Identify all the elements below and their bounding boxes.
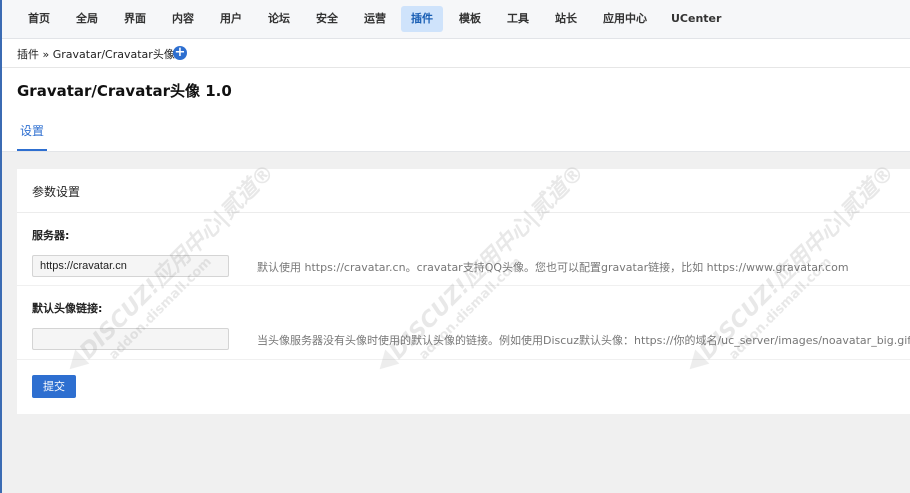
nav-item-ucenter[interactable]: UCenter: [661, 6, 731, 32]
nav-item-security[interactable]: 安全: [306, 6, 348, 32]
nav-item-content[interactable]: 内容: [162, 6, 204, 32]
settings-panel: 参数设置 服务器: 默认使用 https://cravatar.cn。crava…: [17, 169, 910, 414]
server-input[interactable]: [32, 255, 229, 277]
default-avatar-hint: 当头像服务器没有头像时使用的默认头像的链接。例如使用Discuz默认头像：htt…: [257, 334, 910, 347]
nav-item-interface[interactable]: 界面: [114, 6, 156, 32]
nav-item-tools[interactable]: 工具: [497, 6, 539, 32]
row-divider: [17, 359, 910, 360]
breadcrumb-bar: 插件 » Gravatar/Cravatar头像: [0, 39, 910, 68]
tab-settings[interactable]: 设置: [17, 122, 48, 151]
top-nav: 首页 全局 界面 内容 用户 论坛 安全 运营 插件 模板 工具 站长 应用中心…: [0, 0, 910, 39]
nav-item-plugins[interactable]: 插件: [401, 6, 443, 32]
panel-title: 参数设置: [32, 185, 81, 199]
server-hint: 默认使用 https://cravatar.cn。cravatar支持QQ头像。…: [257, 261, 849, 274]
breadcrumb: 插件 » Gravatar/Cravatar头像: [17, 48, 175, 61]
header-divider: [0, 151, 910, 152]
nav-item-users[interactable]: 用户: [210, 6, 252, 32]
nav-item-home[interactable]: 首页: [18, 6, 60, 32]
page-title: Gravatar/Cravatar头像 1.0: [17, 82, 232, 100]
default-avatar-input[interactable]: [32, 328, 229, 350]
row-divider: [17, 285, 910, 286]
nav-item-global[interactable]: 全局: [66, 6, 108, 32]
page-header: Gravatar/Cravatar头像 1.0 设置: [0, 68, 910, 152]
nav-item-forum[interactable]: 论坛: [258, 6, 300, 32]
nav-item-webmaster[interactable]: 站长: [545, 6, 587, 32]
left-edge-bar: [0, 0, 2, 493]
plus-circle-icon[interactable]: +: [173, 46, 187, 60]
nav-item-templates[interactable]: 模板: [449, 6, 491, 32]
panel-divider: [17, 212, 910, 213]
submit-button[interactable]: 提交: [32, 375, 76, 398]
nav-item-operations[interactable]: 运营: [354, 6, 396, 32]
default-avatar-label: 默认头像链接:: [32, 302, 103, 315]
nav-item-app-center[interactable]: 应用中心: [593, 6, 657, 32]
server-label: 服务器:: [32, 229, 70, 242]
